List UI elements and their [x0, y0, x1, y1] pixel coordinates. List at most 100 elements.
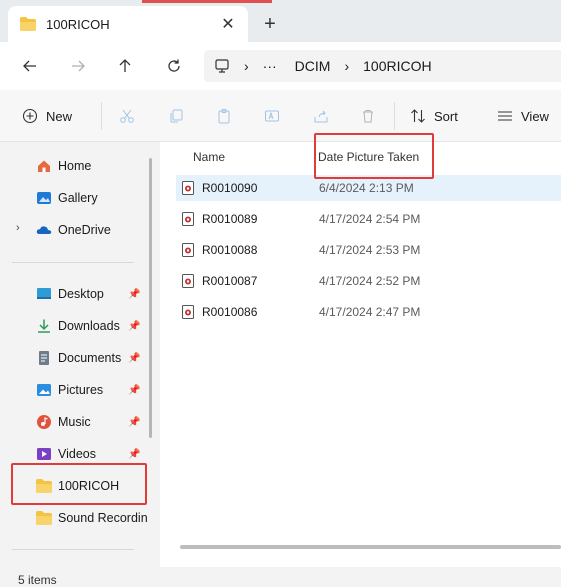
- tab-close-button[interactable]: ✕: [218, 14, 238, 34]
- pin-icon[interactable]: 📌: [128, 353, 140, 364]
- overflow-crumbs[interactable]: ···: [263, 58, 277, 74]
- new-tab-button[interactable]: +: [258, 12, 282, 36]
- rename-icon: [265, 110, 279, 122]
- pin-icon[interactable]: 📌: [128, 321, 140, 332]
- chevron-right-icon: ›: [244, 58, 249, 74]
- back-button[interactable]: [18, 54, 42, 78]
- pictures-icon: [37, 384, 51, 396]
- list-view-icon: [498, 111, 512, 121]
- horizontal-scrollbar[interactable]: [180, 545, 561, 549]
- sidebar-item-documents[interactable]: Documents: [36, 346, 121, 370]
- sidebar-item-gallery[interactable]: Gallery: [36, 186, 98, 210]
- file-date: 4/17/2024 2:53 PM: [319, 243, 421, 257]
- tab-title: 100RICOH: [46, 16, 110, 32]
- sidebar-item-label: Home: [58, 159, 92, 173]
- download-icon: [38, 319, 50, 333]
- file-name: R0010090: [202, 181, 258, 195]
- sidebar-item-label: Music: [58, 415, 91, 429]
- image-file-icon: [182, 274, 194, 288]
- sidebar-item-label: Gallery: [58, 191, 98, 205]
- address-bar[interactable]: › ··· DCIM › 100RICOH: [204, 50, 561, 82]
- sidebar-item-label: Sound Recordin: [58, 511, 148, 525]
- table-row[interactable]: R0010088 4/17/2024 2:53 PM: [176, 237, 561, 263]
- navigation-bar: › ··· DCIM › 100RICOH: [0, 42, 561, 90]
- item-count: 5 items: [18, 573, 57, 587]
- file-name: R0010089: [202, 212, 258, 226]
- folder-icon: [36, 511, 52, 525]
- gallery-icon: [37, 192, 51, 204]
- pin-icon[interactable]: 📌: [128, 417, 140, 428]
- folder-icon: [20, 17, 36, 31]
- file-list: Name Date Picture Taken R0010090 6/4/202…: [160, 142, 561, 567]
- sort-button[interactable]: Sort: [410, 104, 458, 128]
- file-date: 6/4/2024 2:13 PM: [319, 181, 414, 195]
- image-file-icon: [182, 212, 194, 226]
- file-date: 4/17/2024 2:52 PM: [319, 274, 421, 288]
- chevron-right-icon: ›: [344, 58, 350, 74]
- file-explorer-window: 100RICOH ✕ + › ··· DCIM › 100RICOH New S…: [0, 0, 561, 587]
- highlight-box-date-column: [314, 133, 434, 179]
- new-label: New: [46, 108, 73, 124]
- divider: [394, 102, 395, 130]
- delete-button[interactable]: [360, 104, 384, 128]
- sidebar-item-onedrive[interactable]: OneDrive: [36, 218, 111, 242]
- view-button[interactable]: View: [497, 104, 549, 128]
- copy-button[interactable]: [168, 104, 192, 128]
- sidebar-item-desktop[interactable]: Desktop: [36, 282, 104, 306]
- breadcrumb-dcim[interactable]: DCIM: [295, 58, 331, 74]
- divider: [101, 102, 102, 130]
- plus-circle-icon: [22, 108, 38, 124]
- sidebar-item-home[interactable]: Home: [36, 154, 91, 178]
- table-row[interactable]: R0010089 4/17/2024 2:54 PM: [176, 206, 561, 232]
- tab-strip: 100RICOH ✕ +: [0, 0, 561, 48]
- image-file-icon: [182, 181, 194, 195]
- arrow-right-icon: [72, 60, 85, 72]
- refresh-button[interactable]: [162, 54, 186, 78]
- paste-button[interactable]: [216, 104, 240, 128]
- file-name: R0010087: [202, 274, 258, 288]
- image-file-icon: [182, 243, 194, 257]
- file-date: 4/17/2024 2:54 PM: [319, 212, 421, 226]
- image-file-icon: [182, 305, 194, 319]
- column-header-name[interactable]: Name: [193, 150, 225, 164]
- pin-icon[interactable]: 📌: [128, 449, 140, 460]
- sidebar-scrollbar[interactable]: [149, 158, 152, 438]
- computer-icon: [215, 59, 229, 73]
- music-icon: [37, 415, 51, 429]
- chevron-right-icon[interactable]: ›: [16, 222, 20, 234]
- clipboard-icon: [218, 109, 230, 124]
- refresh-icon: [168, 59, 180, 72]
- sidebar-item-downloads[interactable]: Downloads: [36, 314, 120, 338]
- home-icon: [38, 160, 50, 172]
- sidebar-item-label: Videos: [58, 447, 96, 461]
- view-label: View: [521, 108, 549, 124]
- table-row[interactable]: R0010086 4/17/2024 2:47 PM: [176, 299, 561, 325]
- sort-icon: [411, 109, 425, 123]
- arrow-up-icon: [119, 59, 131, 72]
- breadcrumb-100ricoh[interactable]: 100RICOH: [363, 58, 431, 74]
- tab-100ricoh[interactable]: 100RICOH ✕: [8, 6, 248, 42]
- sidebar-item-sound-recordings[interactable]: Sound Recordin: [36, 506, 148, 530]
- file-name: R0010088: [202, 243, 258, 257]
- file-date: 4/17/2024 2:47 PM: [319, 305, 421, 319]
- pin-icon[interactable]: 📌: [128, 385, 140, 396]
- table-row[interactable]: R0010087 4/17/2024 2:52 PM: [176, 268, 561, 294]
- pin-icon[interactable]: 📌: [128, 289, 140, 300]
- cloud-icon: [36, 226, 52, 234]
- rename-button[interactable]: [264, 104, 288, 128]
- sidebar-item-music[interactable]: Music: [36, 410, 91, 434]
- desktop-icon: [37, 288, 51, 299]
- new-button[interactable]: New: [22, 104, 72, 128]
- cut-button[interactable]: [119, 104, 143, 128]
- up-button[interactable]: [113, 54, 137, 78]
- accent-bar: [142, 0, 272, 3]
- forward-button[interactable]: [66, 54, 90, 78]
- scissors-icon: [120, 109, 134, 123]
- status-bar: 5 items: [0, 567, 561, 587]
- highlight-box-100ricoh: [11, 463, 147, 505]
- file-name: R0010086: [202, 305, 258, 319]
- share-button[interactable]: [313, 104, 337, 128]
- share-icon: [314, 110, 328, 123]
- sidebar-item-pictures[interactable]: Pictures: [36, 378, 103, 402]
- sidebar-item-label: Downloads: [58, 319, 120, 333]
